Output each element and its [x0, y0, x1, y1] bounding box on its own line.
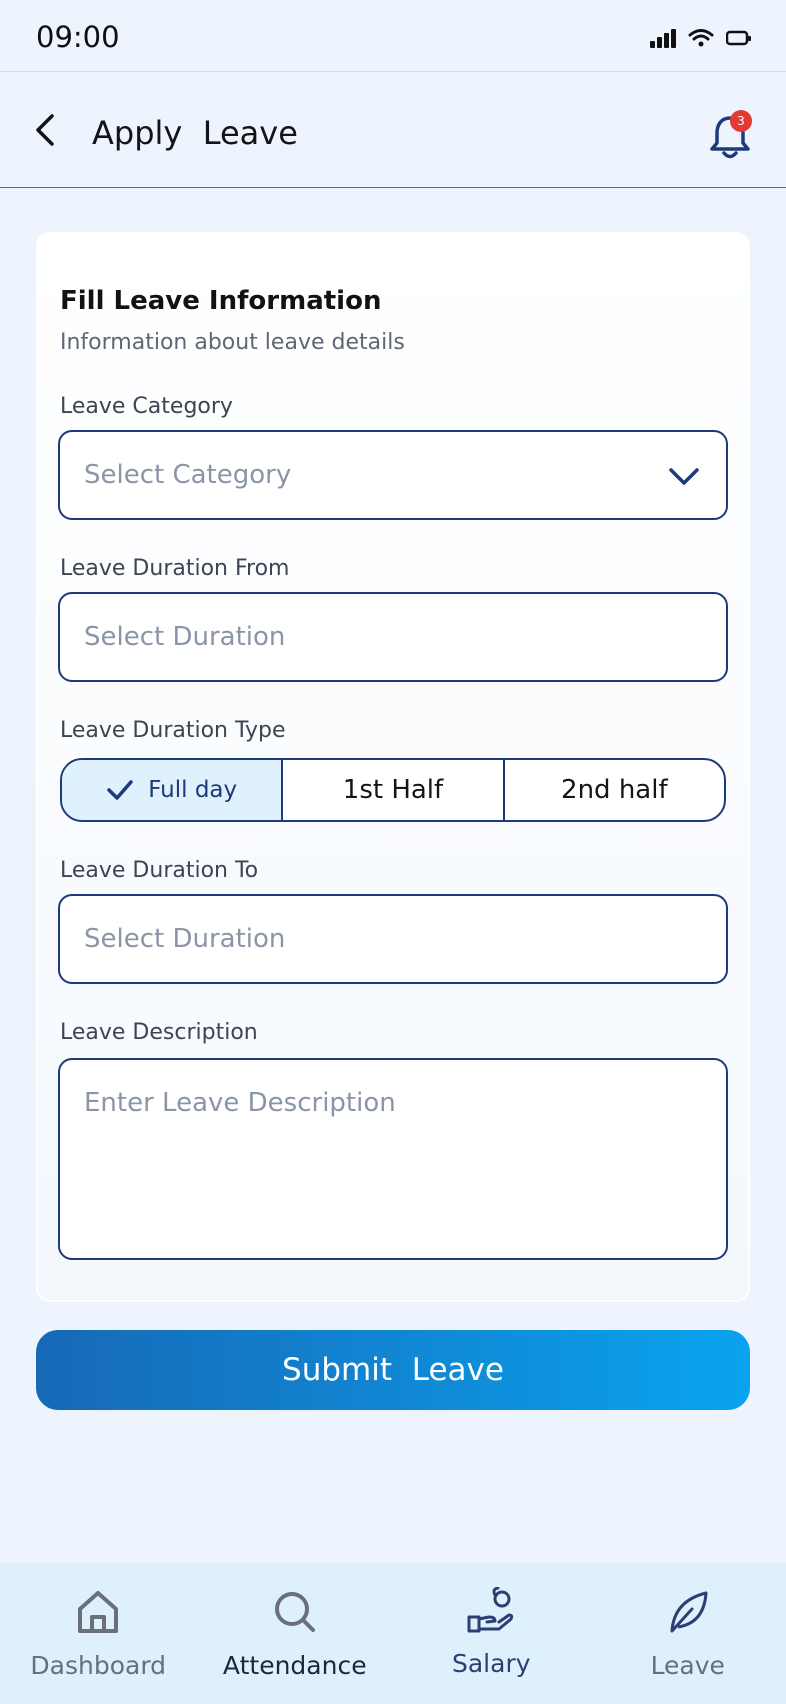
duration-to-input[interactable]: Select Duration [58, 894, 728, 984]
leave-form-card: Fill Leave Information Information about… [36, 232, 750, 1302]
duration-type-second-half[interactable]: 2nd half [505, 760, 724, 820]
app-header: Apply Leave 3 [0, 72, 786, 188]
salary-hand-icon [467, 1587, 514, 1633]
duration-type-segmented-control: Full day 1st Half 2nd half [60, 758, 726, 822]
notification-badge: 3 [730, 110, 752, 132]
leaf-icon [670, 1591, 708, 1633]
form-subtitle: Information about leave details [60, 330, 405, 355]
leave-category-placeholder: Select Category [84, 460, 292, 490]
nav-label-leave: Leave [650, 1651, 725, 1680]
bottom-nav: Dashboard Attendance Salary Leave [0, 1563, 786, 1704]
check-icon [107, 780, 133, 800]
nav-label-salary: Salary [451, 1649, 531, 1678]
wifi-icon [688, 29, 714, 47]
nav-item-salary[interactable]: Salary [393, 1563, 590, 1704]
description-textarea[interactable]: Enter Leave Description [58, 1058, 728, 1260]
duration-type-first-half[interactable]: 1st Half [283, 760, 505, 820]
page-title: Apply Leave [92, 114, 298, 152]
duration-type-label: Leave Duration Type [60, 718, 286, 743]
status-bar: 09:00 [0, 0, 786, 72]
leave-category-label: Leave Category [60, 394, 233, 419]
leave-category-select[interactable]: Select Category [58, 430, 728, 520]
nav-label-attendance: Attendance [222, 1651, 367, 1680]
signal-icon [650, 29, 676, 48]
status-time: 09:00 [36, 20, 120, 54]
duration-type-full-day[interactable]: Full day [62, 760, 284, 820]
chevron-down-icon [669, 468, 699, 485]
nav-item-attendance[interactable]: Attendance [197, 1563, 394, 1704]
duration-type-first-half-label: 1st Half [342, 775, 444, 805]
nav-item-dashboard[interactable]: Dashboard [0, 1563, 197, 1704]
submit-leave-button[interactable]: Submit Leave [36, 1330, 750, 1410]
duration-from-placeholder: Select Duration [84, 622, 286, 652]
duration-to-placeholder: Select Duration [84, 924, 286, 954]
description-placeholder: Enter Leave Description [84, 1088, 396, 1118]
duration-type-second-half-label: 2nd half [561, 775, 668, 805]
duration-to-label: Leave Duration To [60, 858, 259, 883]
home-icon [78, 1591, 119, 1633]
back-arrow-icon[interactable] [30, 110, 66, 150]
search-icon [274, 1592, 315, 1632]
duration-from-label: Leave Duration From [60, 556, 290, 581]
nav-label-dashboard: Dashboard [30, 1651, 167, 1680]
form-title: Fill Leave Information [60, 286, 382, 316]
description-label: Leave Description [60, 1020, 258, 1045]
nav-item-leave[interactable]: Leave [590, 1563, 786, 1704]
status-icons [650, 28, 752, 48]
battery-icon [726, 30, 751, 46]
duration-from-input[interactable]: Select Duration [58, 592, 728, 682]
duration-type-full-day-label: Full day [148, 777, 238, 803]
notification-button[interactable]: 3 [706, 110, 754, 162]
